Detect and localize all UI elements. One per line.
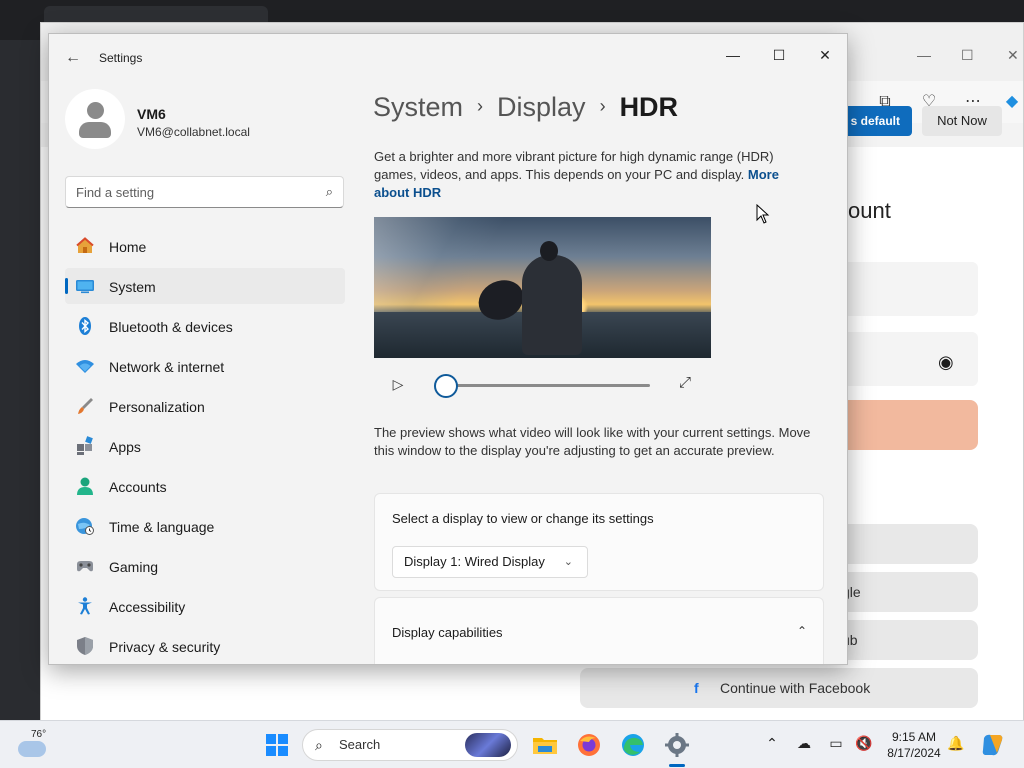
accessibility-icon [78,597,92,615]
copilot-icon[interactable]: ◆ [1001,91,1023,113]
system-icon [76,280,94,294]
taskbar: 76° ⌕ Search ⌃ ☁ ▭ 🔇 9:15 AM 8/17/2024 🔔 [0,720,1024,768]
sidebar-item-home[interactable]: Home [65,228,345,264]
edge-page-heading: ount [848,198,891,223]
mouse-cursor-icon [756,204,770,224]
display-select-label: Select a display to view or change its s… [392,511,654,526]
settings-window: ← Settings — ☐ ✕ VM6 VM6@collabnet.local… [48,33,848,665]
apps-icon [77,436,93,455]
taskbar-search-box[interactable]: ⌕ Search [302,729,518,761]
continue-with-facebook-button[interactable]: f Continue with Facebook [580,668,978,708]
facebook-button-label: Continue with Facebook [720,680,871,696]
edge-maximize-icon[interactable]: ☐ [961,47,974,64]
temperature: 76° [31,729,47,740]
file-explorer-icon[interactable] [530,730,560,760]
display-select-card: Select a display to view or change its s… [374,493,824,591]
hdr-video-preview [374,217,711,358]
breadcrumb-system[interactable]: System [373,92,463,122]
sidebar-item-system[interactable]: System [65,268,345,304]
time: 9:15 AM [891,730,937,744]
video-progress-track[interactable] [446,384,650,387]
sidebar-item-gaming[interactable]: Gaming [65,548,345,584]
sidebar-item-bluetooth[interactable]: Bluetooth & devices [65,308,345,344]
window-title: Settings [99,51,143,65]
video-progress-thumb[interactable] [434,374,458,398]
display-capabilities-card[interactable]: Display capabilities ⌃ [374,597,824,664]
bluetooth-icon [79,317,91,335]
network-icon [76,360,94,373]
date: 8/17/2024 [887,746,941,760]
sidebar-nav: Home System Bluetooth & devices Network … [65,228,345,664]
sidebar-item-accounts[interactable]: Accounts [65,468,345,504]
clock[interactable]: 9:15 AM 8/17/2024 [884,729,944,761]
network-volume-icon[interactable]: 🔇 [854,735,874,752]
sidebar-item-network[interactable]: Network & internet [65,348,345,384]
display-icon[interactable]: ▭ [826,735,846,752]
back-arrow-icon[interactable]: ← [63,48,83,68]
weather-widget[interactable]: 76° [16,729,56,763]
shield-icon [77,637,93,655]
video-player-controls: ▷ ⤢ [374,370,714,400]
firefox-icon[interactable] [574,730,604,760]
search-highlight-image [465,733,511,757]
sidebar-item-personalization[interactable]: Personalization [65,388,345,424]
settings-titlebar: ← Settings — ☐ ✕ [49,34,847,82]
hdr-description: Get a brighter and more vibrant picture … [374,149,779,200]
onedrive-offline-icon[interactable]: ☁ [794,735,814,752]
chevron-right-icon: › [599,96,606,116]
breadcrumb: System › Display › HDR [373,92,678,123]
breadcrumb-display[interactable]: Display [497,92,586,122]
sidebar-item-privacy-security[interactable]: Privacy & security [65,628,345,664]
sidebar-item-apps[interactable]: Apps [65,428,345,464]
not-now-button[interactable]: Not Now [922,106,1002,136]
display-capabilities-label: Display capabilities [392,625,503,640]
gamepad-icon [77,561,93,572]
start-windows-icon[interactable] [262,730,292,760]
chevron-up-icon[interactable]: ⌃ [797,624,807,638]
user-email: VM6@collabnet.local [137,125,250,139]
page-title: HDR [619,92,679,122]
notification-bell-icon[interactable]: 🔔 [946,735,966,752]
edge-minimize-icon[interactable]: — [917,47,931,63]
search-icon: ⌕ [325,184,333,199]
chevron-up-icon[interactable]: ⌃ [762,735,782,752]
chevron-right-icon: › [477,96,484,116]
minimize-icon[interactable]: — [711,40,755,70]
close-icon[interactable]: ✕ [803,40,847,70]
play-icon[interactable]: ▷ [388,374,408,394]
chevron-down-icon: ⌄ [563,556,573,568]
cloud-icon [18,741,46,757]
edge-icon[interactable] [618,730,648,760]
facebook-icon: f [694,680,699,696]
sidebar-item-accessibility[interactable]: Accessibility [65,588,345,624]
accounts-icon [77,477,93,495]
fullscreen-icon[interactable]: ⤢ [674,372,696,394]
maximize-icon[interactable]: ☐ [757,40,801,70]
copilot-pre-icon[interactable] [978,730,1008,760]
avatar[interactable] [65,89,125,149]
find-setting-search-input[interactable]: Find a setting ⌕ [65,176,344,208]
show-password-eye-icon[interactable]: ◉ [938,352,954,373]
brush-icon [78,398,93,414]
sidebar-item-time-language[interactable]: Time & language [65,508,345,544]
active-indicator [65,278,68,294]
preview-note: The preview shows what video will look l… [374,425,811,458]
background-side-strip [0,40,40,730]
user-name: VM6 [137,106,166,122]
display-select-dropdown[interactable]: Display 1: Wired Display ⌄ [392,546,588,578]
active-app-indicator [669,764,685,767]
search-icon: ⌕ [315,737,323,753]
home-icon [76,237,94,253]
globe-clock-icon [76,518,94,535]
settings-gear-icon[interactable] [662,730,692,760]
search-placeholder: Find a setting [76,185,155,200]
edge-close-icon[interactable]: ✕ [1007,47,1019,64]
